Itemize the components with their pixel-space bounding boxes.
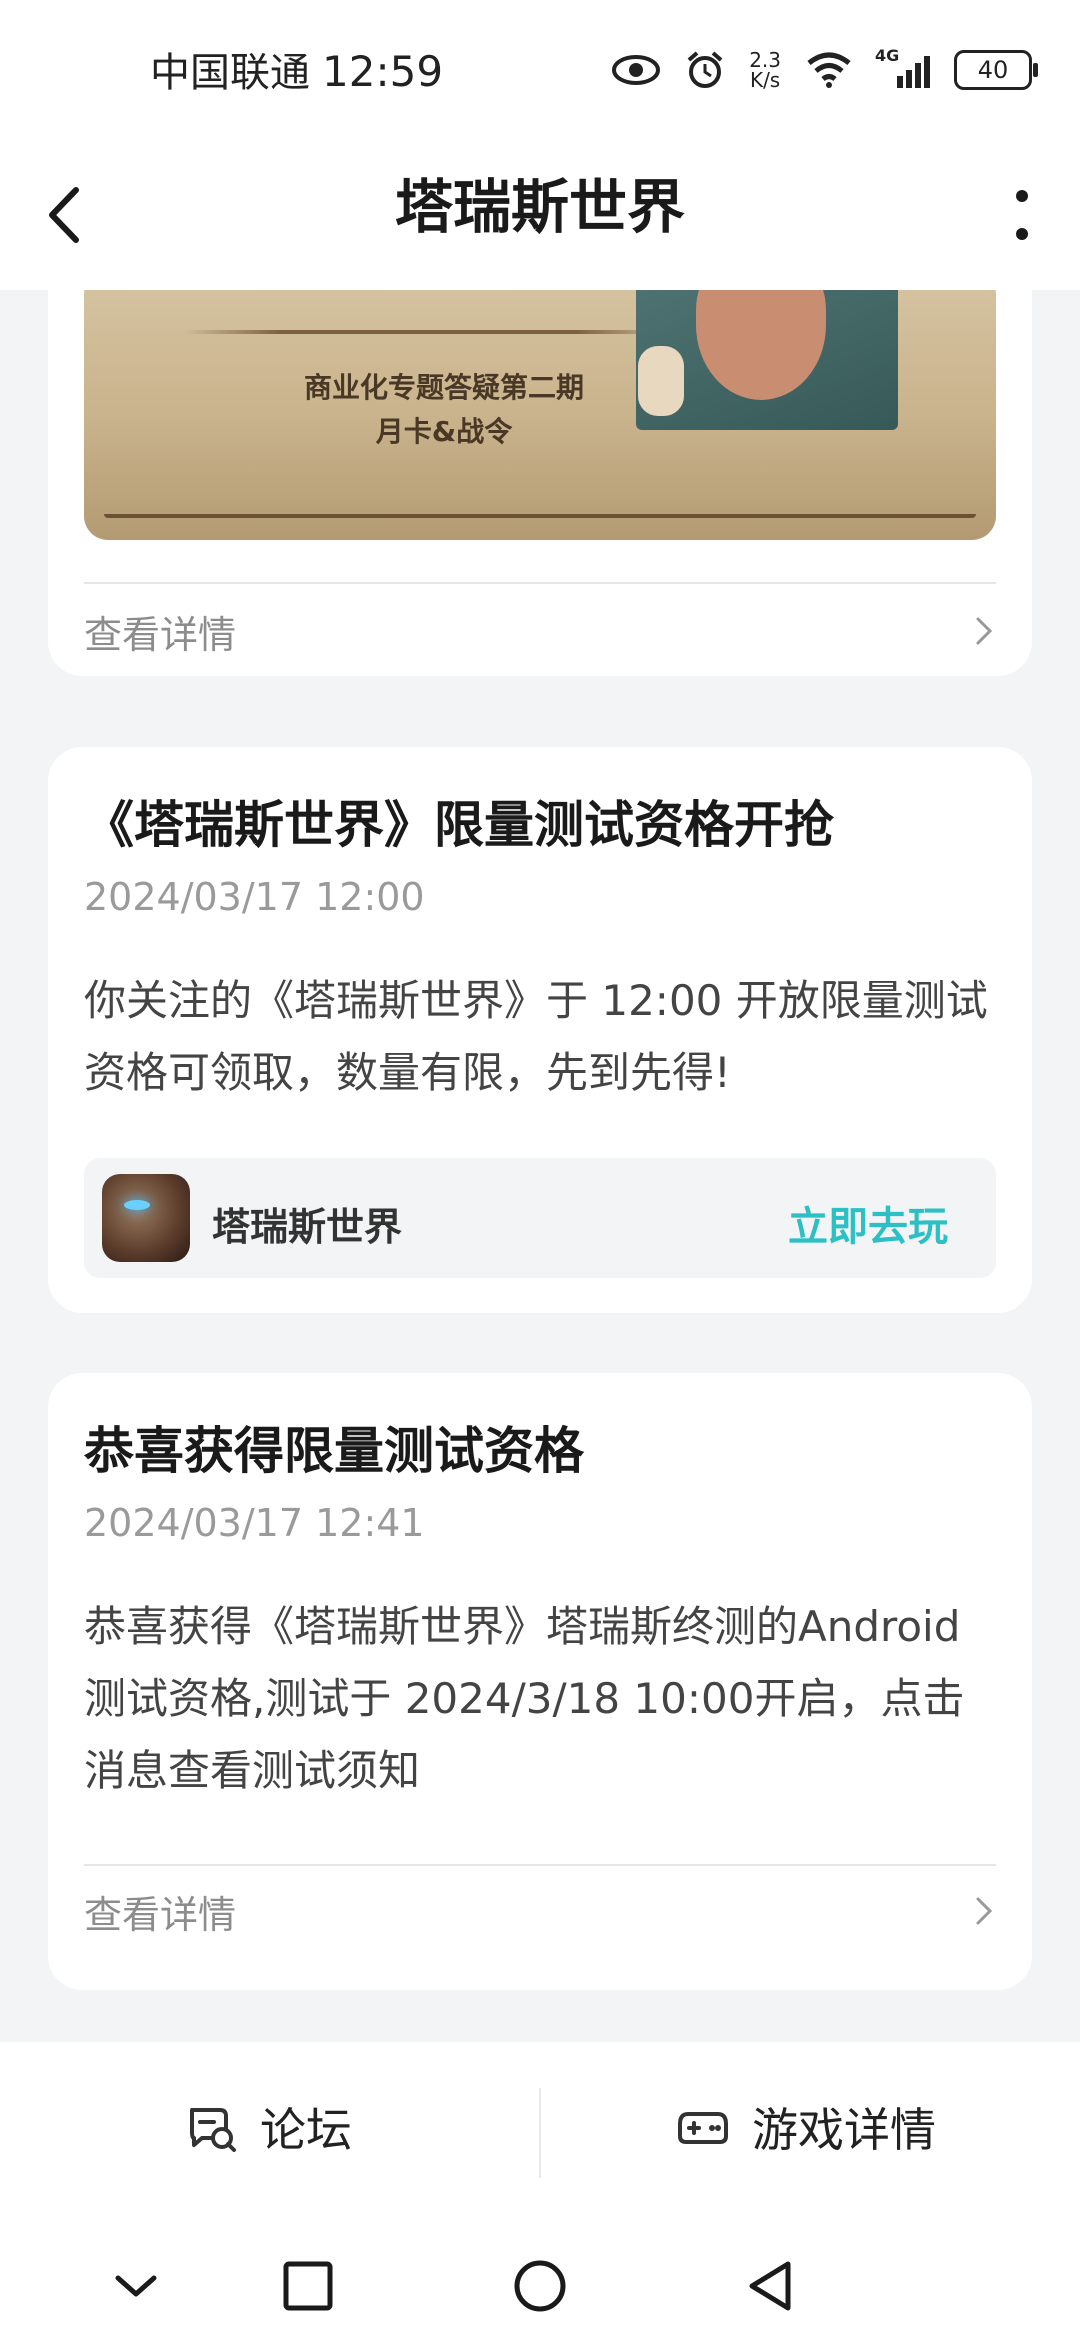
card-divider	[84, 582, 996, 584]
game-name: 塔瑞斯世界	[212, 1205, 403, 1249]
message-timestamp: 2024/03/17 12:41	[84, 1501, 425, 1545]
status-bar: 中国联通 12:59 2.3 K/s 4G 40	[0, 0, 1080, 140]
carrier-name: 中国联通	[150, 50, 310, 96]
home-circle-icon[interactable]	[512, 2258, 568, 2314]
message-title: 恭喜获得限量测试资格	[84, 1422, 584, 1480]
system-navigation-bar	[0, 2222, 1080, 2340]
announcement-banner-image[interactable]: 商业化专题答疑第二期 月卡&战令	[84, 290, 996, 540]
banner-character-art	[636, 290, 898, 430]
message-title: 《塔瑞斯世界》限量测试资格开抢	[84, 796, 834, 854]
forum-chat-icon	[190, 2108, 236, 2152]
message-body: 你关注的《塔瑞斯世界》于 12:00 开放限量测试资格可领取，数量有限，先到先得…	[84, 976, 988, 1097]
message-timestamp: 2024/03/17 12:00	[84, 875, 425, 919]
banner-ornament	[184, 330, 674, 334]
gamepad-icon	[678, 2112, 728, 2144]
game-entry[interactable]: 塔瑞斯世界 立即去玩	[84, 1158, 996, 1278]
recent-apps-square-icon[interactable]	[280, 2258, 336, 2314]
message-card[interactable]: 恭喜获得限量测试资格 2024/03/17 12:41 恭喜获得《塔瑞斯世界》塔…	[48, 1373, 1032, 1990]
view-details-link[interactable]: 查看详情	[84, 586, 996, 676]
cellular-signal-icon: 4G	[875, 46, 930, 88]
page-title: 塔瑞斯世界	[394, 173, 685, 241]
clock: 12:59	[322, 47, 444, 96]
tab-game-details[interactable]: 游戏详情	[676, 2082, 936, 2172]
chevron-right-icon	[976, 1897, 993, 1925]
tab-forum[interactable]: 论坛	[184, 2082, 352, 2172]
message-card[interactable]: 商业化专题答疑第二期 月卡&战令 查看详情	[48, 290, 1032, 676]
tab-divider	[539, 2088, 541, 2178]
eye-icon	[612, 55, 661, 85]
status-carrier-time: 中国联通 12:59	[150, 40, 443, 98]
bottom-action-bar: 论坛 游戏详情	[0, 2042, 1080, 2222]
chevron-right-icon	[976, 617, 993, 645]
wifi-icon	[807, 52, 851, 88]
alarm-icon	[687, 51, 723, 88]
message-card[interactable]: 《塔瑞斯世界》限量测试资格开抢 2024/03/17 12:00 你关注的《塔瑞…	[48, 747, 1032, 1313]
tab-forum-label: 论坛	[260, 2103, 352, 2157]
game-app-icon	[102, 1174, 190, 1262]
battery-icon: 40	[954, 50, 1038, 90]
character-figure	[696, 290, 826, 400]
play-now-button[interactable]: 立即去玩	[788, 1194, 948, 1252]
back-triangle-icon[interactable]	[742, 2258, 798, 2314]
status-icons: 2.3 K/s 4G 40	[611, 42, 1038, 98]
message-list[interactable]: 商业化专题答疑第二期 月卡&战令 查看详情 《塔瑞斯世界》限量测试资格开抢 20…	[0, 290, 1080, 2042]
chevron-down-icon[interactable]	[108, 2258, 164, 2314]
tab-game-details-label: 游戏详情	[752, 2103, 936, 2157]
view-details-label: 查看详情	[84, 1892, 237, 1937]
message-body: 恭喜获得《塔瑞斯世界》塔瑞斯终测的Android测试资格,测试于 2024/3/…	[84, 1602, 965, 1795]
character-hand	[638, 346, 684, 416]
view-details-link[interactable]: 查看详情	[84, 1866, 996, 1956]
view-details-label: 查看详情	[84, 612, 237, 657]
network-speed: 2.3 K/s	[749, 48, 781, 92]
